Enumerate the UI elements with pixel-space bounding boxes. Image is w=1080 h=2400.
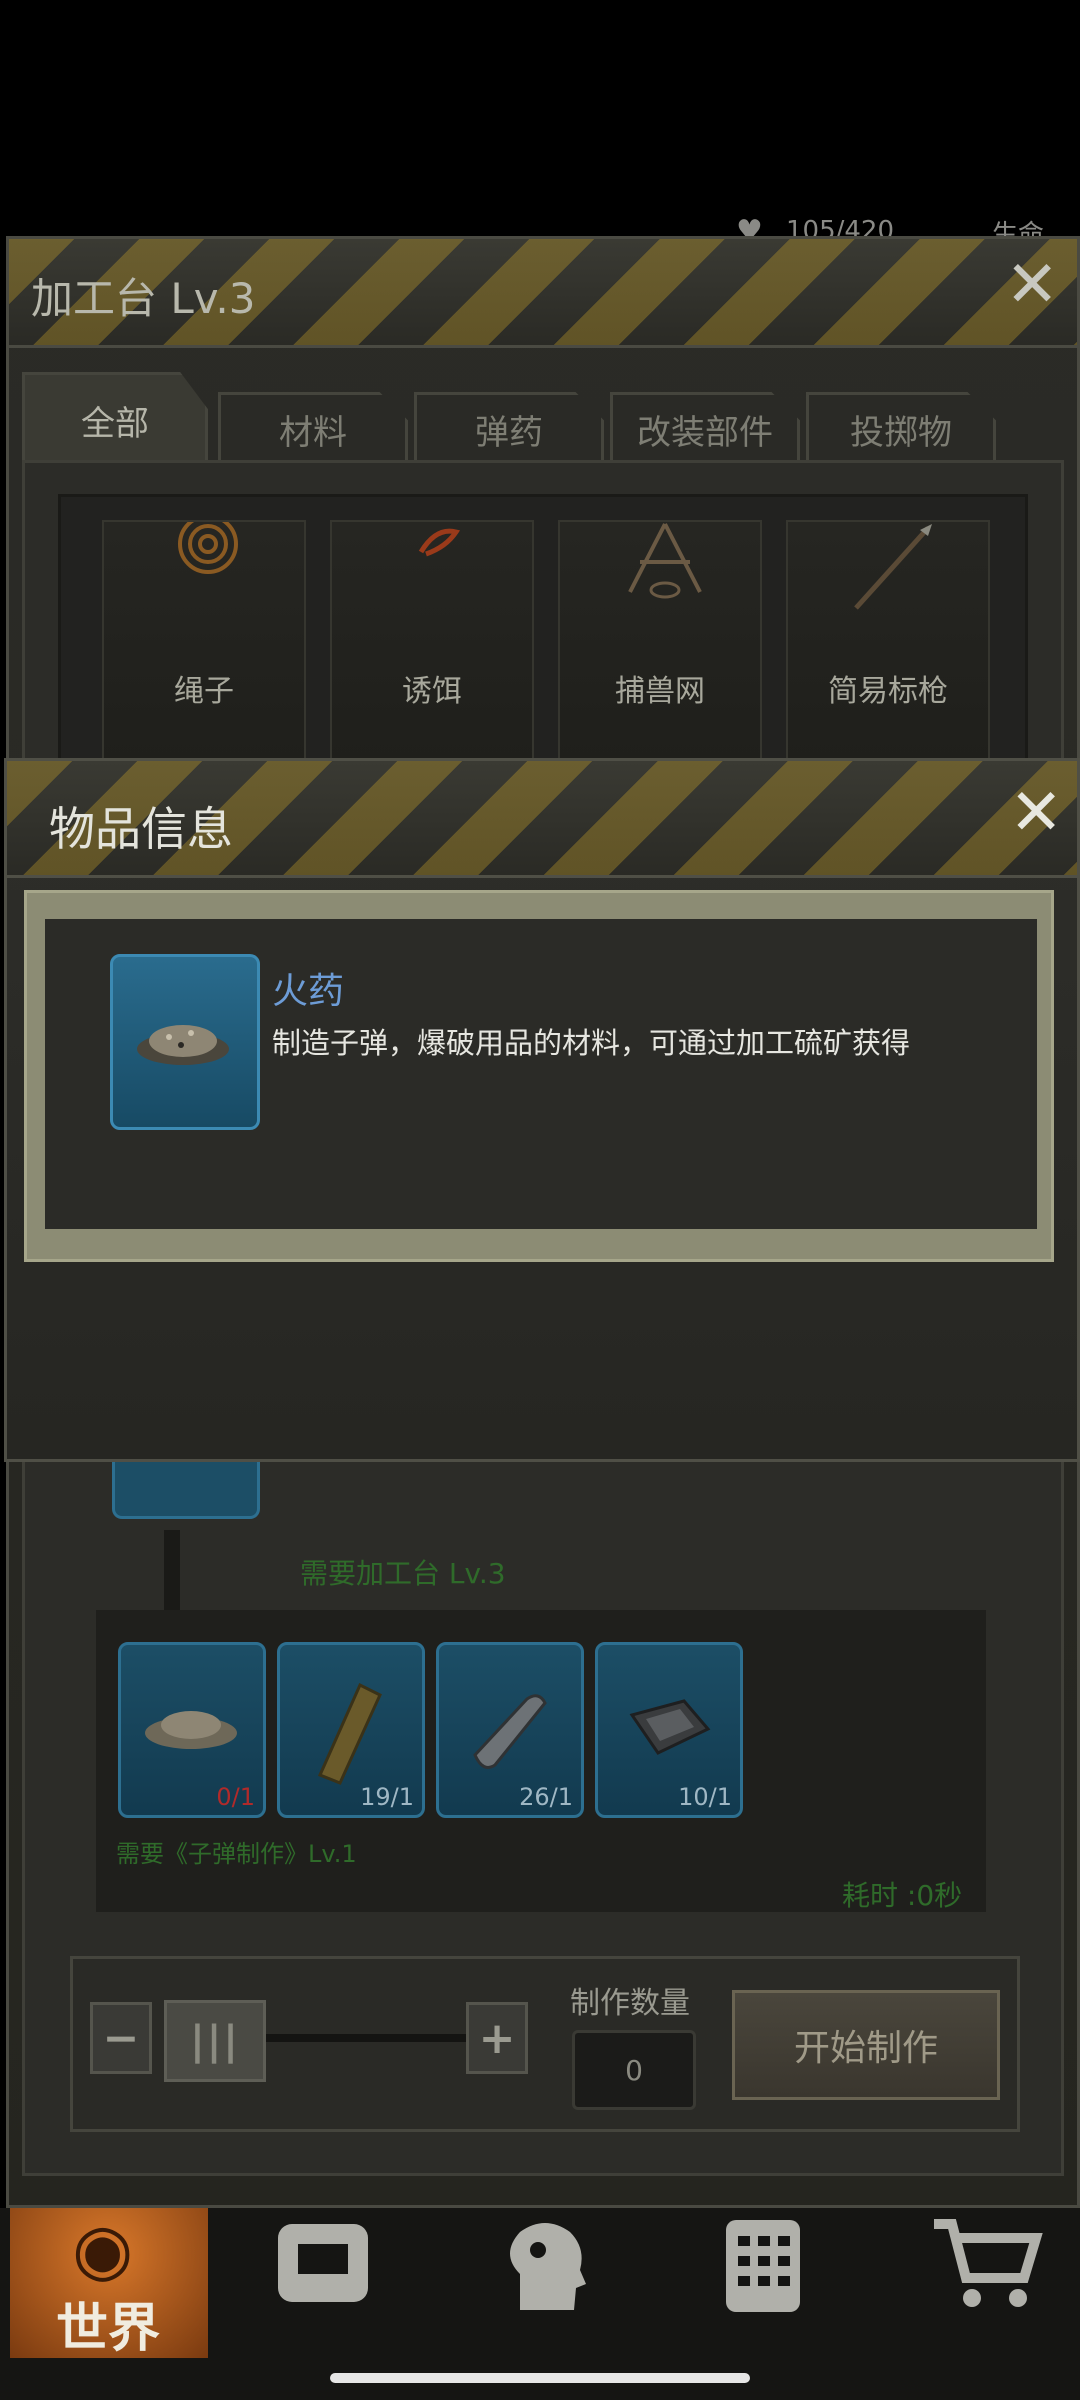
tab-throwables[interactable]: 投掷物 [806,392,996,463]
plus-icon: + [478,2012,516,2064]
material-count: 10/1 [678,1783,732,1811]
backpack-icon [278,2224,368,2302]
wood-plank-icon [317,1682,382,1785]
recipe-rope[interactable]: 绳子 [102,520,306,764]
recipe-label: 绳子 [174,674,234,709]
start-craft-button[interactable]: 开始制作 [732,1990,1000,2100]
material-count: 26/1 [519,1783,573,1811]
recipe-bait[interactable]: 诱饵 [330,520,534,764]
item-info-header: 物品信息 ✕ [4,758,1080,878]
tree-connector [164,1530,180,1610]
gunpowder-icon [137,1025,229,1065]
home-indicator [330,2373,750,2383]
item-name: 火药 [272,971,345,1012]
material-gunpowder[interactable]: 0/1 [118,1642,266,1818]
bait-icon [418,528,461,557]
workbench-header: 加工台 Lv.3 ✕ [6,236,1080,348]
javelin-icon [854,524,932,610]
material-wood[interactable]: 19/1 [277,1642,425,1818]
start-button-label: 开始制作 [793,2028,938,2069]
quantity-field[interactable]: 0 [572,2030,696,2110]
page-title: 加工台 Lv.3 [31,274,256,323]
tab-label: 材料 [279,412,347,453]
craft-time: 耗时 :0秒 [842,1879,963,1912]
nav-skills[interactable] [490,2214,600,2314]
increase-button[interactable]: + [466,2002,528,2074]
recipe-trap-net[interactable]: 捕兽网 [558,520,762,764]
close-icon[interactable]: ✕ [1009,781,1063,845]
rope-icon [178,522,238,574]
metal-bar-icon [473,1694,547,1769]
bench-requirement: 需要加工台 Lv.3 [300,1557,506,1590]
net-icon [628,523,702,599]
recipe-label: 捕兽网 [615,674,705,709]
tab-label: 弹药 [475,412,543,453]
dialog-title: 物品信息 [49,802,233,856]
calculator-icon [726,2220,800,2312]
tab-label: 全部 [81,403,149,444]
quantity-value: 0 [625,2053,643,2087]
decrease-button[interactable]: − [90,2002,152,2074]
tab-label: 改装部件 [637,412,773,453]
tab-mod-parts[interactable]: 改装部件 [610,392,800,463]
material-count: 19/1 [360,1783,414,1811]
quantity-slider-handle[interactable]: ||| [164,2000,266,2082]
gunpowder-icon [145,1711,237,1749]
item-icon-frame [110,954,260,1130]
grip-icon: ||| [190,2018,240,2064]
material-iron-block[interactable]: 10/1 [595,1642,743,1818]
recipe-label: 诱饵 [402,674,462,709]
tab-label: 投掷物 [850,412,952,453]
recipe-javelin[interactable]: 简易标枪 [786,520,990,764]
close-icon[interactable]: ✕ [1005,253,1059,317]
globe-icon: ◉ [72,2208,134,2290]
nav-calculator[interactable] [718,2214,808,2318]
material-metal-bar[interactable]: 26/1 [436,1642,584,1818]
iron-block-icon [629,1699,711,1755]
material-count: 0/1 [216,1783,255,1811]
nav-shop[interactable] [928,2214,1048,2314]
tab-ammo[interactable]: 弹药 [414,392,604,463]
item-description: 制造子弹，爆破用品的材料，可通过加工硫矿获得 [272,1026,911,1060]
nav-backpack[interactable] [268,2214,378,2314]
recipe-label: 简易标枪 [828,674,948,709]
quantity-label: 制作数量 [570,1986,690,2021]
skill-requirement: 需要《子弹制作》Lv.1 [116,1840,357,1868]
tab-all[interactable]: 全部 [22,372,208,465]
cart-icon [934,2219,1043,2307]
nav-world[interactable]: ◉ 世界 [10,2208,208,2359]
nav-world-label: 世界 [56,2299,161,2359]
head-skill-icon [510,2223,586,2310]
minus-icon: − [102,2012,140,2064]
tab-materials[interactable]: 材料 [218,392,408,463]
